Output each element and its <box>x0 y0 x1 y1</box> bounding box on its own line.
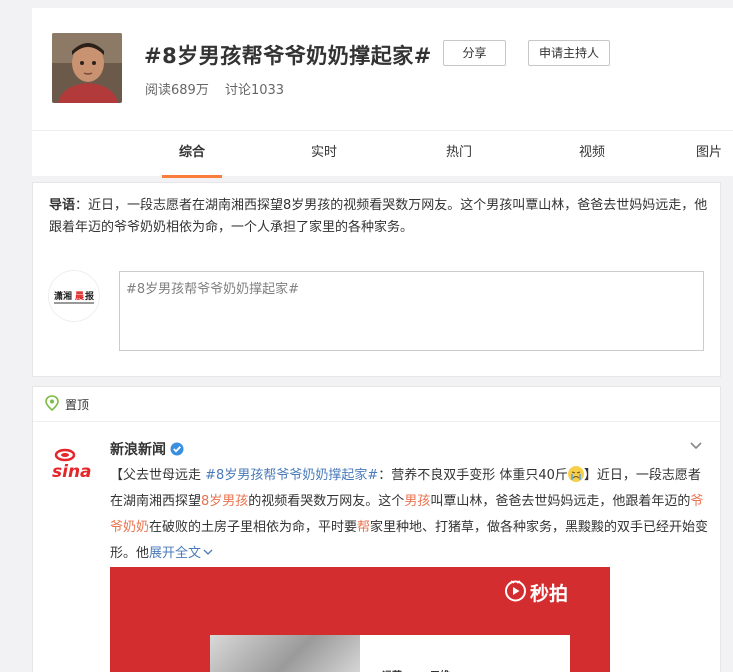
post-text-part: ：营养不良双手变形 体重只40斤 <box>378 468 568 483</box>
location-pin-icon <box>45 395 59 411</box>
keyword-highlight: 男孩 <box>404 494 431 509</box>
svg-text:晨: 晨 <box>75 291 85 302</box>
svg-text:报: 报 <box>85 290 94 302</box>
post-text-part: 叫覃山林，爸爸去世妈妈远走，他跟着年迈的 <box>430 494 691 509</box>
video-thumbnail[interactable]: 秒拍 远芽 五维 <box>110 567 610 672</box>
topic-header: #8岁男孩帮爷爷奶奶撑起家# 分享 申请主持人 阅读689万 讨论1033 综合… <box>32 8 733 178</box>
divider <box>33 421 722 422</box>
guide-text: 导语：近日，一段志愿者在湖南湘西探望8岁男孩的视频看哭数万网友。这个男孩叫覃山林… <box>49 195 711 239</box>
topic-stats: 阅读689万 讨论1033 <box>145 79 296 98</box>
post-text-part: 在破败的土房子里相依为命，平时要 <box>149 520 358 535</box>
video-frame-image <box>210 635 360 672</box>
post-bracket: 】 <box>583 468 597 483</box>
tab-hot[interactable]: 热门 <box>429 131 489 177</box>
crying-emoji-icon <box>567 466 584 482</box>
apply-host-button[interactable]: 申请主持人 <box>528 40 610 66</box>
compose-textarea[interactable]: #8岁男孩帮爷爷奶奶撑起家# <box>119 271 704 351</box>
tab-realtime[interactable]: 实时 <box>294 131 354 177</box>
expand-chevron-icon <box>203 549 213 555</box>
keyword-highlight: 8岁男孩 <box>201 494 249 509</box>
poster-logo-text: 潇湘 <box>54 290 72 302</box>
svg-text:sina: sina <box>52 462 92 481</box>
miaopai-brand: 秒拍 <box>530 583 569 605</box>
post-text: 【父去世母远走 #8岁男孩帮爷爷奶奶撑起家#：营养不良双手变形 体重只40斤 】近… <box>110 463 710 567</box>
keyword-highlight: 帮 <box>357 520 371 535</box>
hashtag-link[interactable]: #8岁男孩帮爷爷奶奶撑起家# <box>205 468 378 483</box>
author-name[interactable]: 新浪新闻 <box>110 442 166 458</box>
topic-tabs: 综合 实时 热门 视频 图片 <box>32 130 733 178</box>
discussion-count: 讨论1033 <box>224 83 285 98</box>
guide-prefix: 导语 <box>49 198 76 213</box>
play-circle-icon <box>505 580 526 602</box>
guide-body: ：近日，一段志愿者在湖南湘西探望8岁男孩的视频看哭数万网友。这个男孩叫覃山林，爸… <box>49 198 708 235</box>
video-caption-2: 五维 <box>430 667 450 672</box>
poster-avatar[interactable]: 潇湘 晨 报 <box>48 270 100 322</box>
feed-card: 置顶 sina 新浪新闻 【父去世母远走 #8岁男孩帮爷爷奶奶撑起家#：营养不良… <box>32 386 722 672</box>
tab-comprehensive[interactable]: 综合 <box>162 131 222 178</box>
tab-images[interactable]: 图片 <box>696 131 733 177</box>
read-count: 阅读689万 <box>145 83 209 98</box>
post-author[interactable]: 新浪新闻 <box>110 439 184 459</box>
tab-video[interactable]: 视频 <box>562 131 622 177</box>
expand-label[interactable]: 展开全文 <box>149 546 201 561</box>
post-text-part: 的视频看哭数万网友。这个 <box>248 494 405 509</box>
video-caption-1: 远芽 <box>382 667 402 672</box>
expand-full-text-link[interactable]: 展开全文 <box>149 546 213 561</box>
sina-logo-icon[interactable]: sina <box>51 447 101 481</box>
post-bracket: 【 <box>110 468 124 483</box>
verified-icon <box>170 442 184 456</box>
share-button[interactable]: 分享 <box>443 40 506 66</box>
video-inner-frame: 远芽 五维 <box>210 635 570 672</box>
pinned-label: 置顶 <box>65 398 90 412</box>
compose-value: #8岁男孩帮爷爷奶奶撑起家# <box>126 282 300 297</box>
topic-title: #8岁男孩帮爷爷奶奶撑起家# <box>144 44 432 68</box>
guide-card: 导语：近日，一段志愿者在湖南湘西探望8岁男孩的视频看哭数万网友。这个男孩叫覃山林… <box>32 182 721 377</box>
post-text-part: 父去世母远走 <box>123 468 206 483</box>
chevron-down-icon[interactable] <box>689 441 703 451</box>
topic-avatar[interactable] <box>52 33 122 103</box>
